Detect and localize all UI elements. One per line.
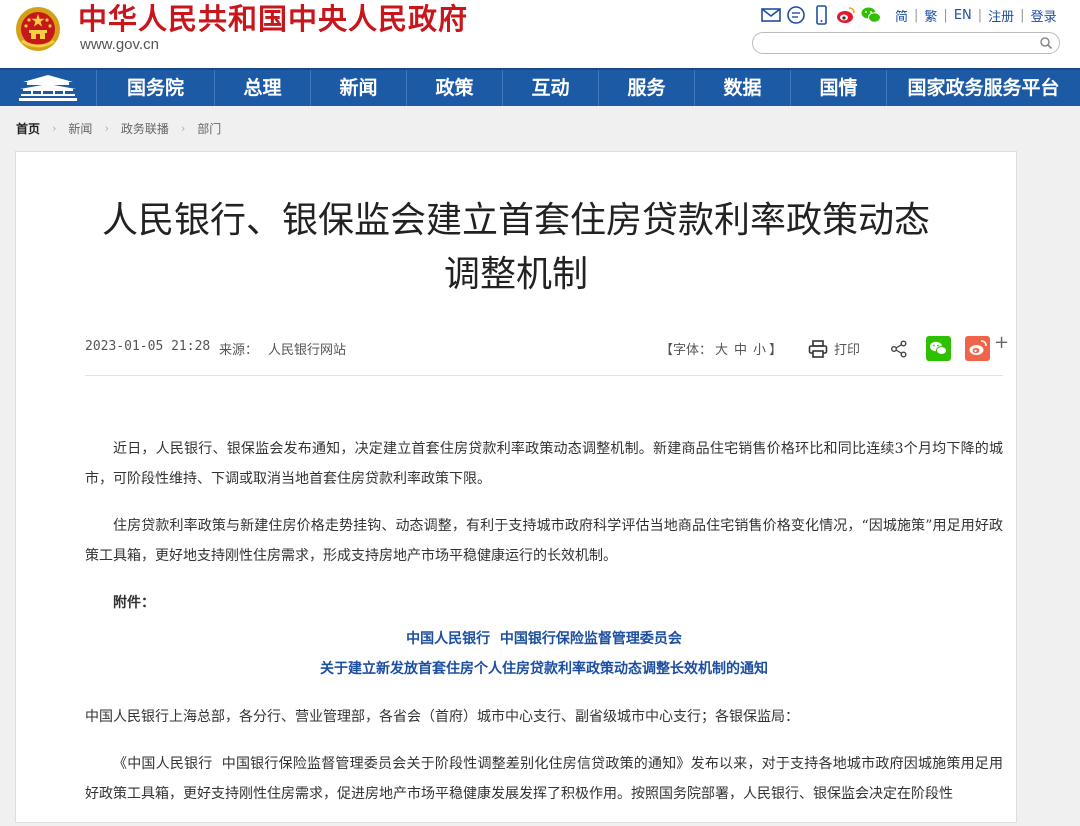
nav-item[interactable]: 服务 (598, 70, 694, 106)
breadcrumb-departments[interactable]: 部门 (197, 120, 221, 137)
chevron-right-icon: › (104, 122, 108, 135)
nav-item[interactable]: 数据 (694, 70, 790, 106)
top-toolbar: 简| 繁| EN| 注册| 登录 (760, 4, 1063, 26)
site-header: 中华人民共和国中央人民政府 www.gov.cn 简| 繁 (0, 0, 1080, 68)
share-icon[interactable] (890, 340, 908, 358)
meta-divider (85, 375, 1003, 376)
font-size-label: 【字体： (660, 343, 712, 358)
search-input[interactable] (763, 34, 1037, 54)
nav-item[interactable]: 总理 (214, 70, 310, 106)
site-title[interactable]: 中华人民共和国中央人民政府 (78, 2, 468, 36)
nav-item[interactable]: 互动 (502, 70, 598, 106)
breadcrumb: 首页 › 新闻 › 政务联播 › 部门 (16, 120, 221, 137)
main-nav: 国务院总理新闻政策互动服务数据国情国家政务服务平台 (0, 68, 1080, 106)
breadcrumb-news[interactable]: 新闻 (68, 120, 92, 137)
lang-simplified-link[interactable]: 简 (889, 6, 914, 25)
nav-item[interactable]: 新闻 (310, 70, 406, 106)
nav-item[interactable]: 政策 (406, 70, 502, 106)
login-link[interactable]: 登录 (1025, 6, 1063, 25)
lang-english-link[interactable]: EN (948, 8, 978, 23)
article-meta: 2023-01-05 21:28 来源： 人民银行网站 【字体：大中小】 打印 (85, 339, 1003, 361)
publish-date: 2023-01-05 21:28 (85, 339, 210, 354)
font-small-button[interactable]: 小 (753, 343, 766, 358)
printer-icon (808, 340, 828, 358)
share-more-button[interactable]: + (994, 332, 1009, 353)
search-box (752, 32, 1060, 54)
attachment-label: 附件： (85, 588, 1003, 618)
source-value: 人民银行网站 (268, 339, 346, 358)
chevron-right-icon: › (52, 122, 56, 135)
share-bar: + (890, 336, 1009, 361)
article-card: 人民银行、银保监会建立首套住房贷款利率政策动态 调整机制 2023-01-05 … (15, 151, 1017, 823)
font-size-end: 】 (769, 343, 782, 358)
article-body: 近日，人民银行、银保监会发布通知，决定建立首套住房贷款利率政策动态调整机制。新建… (85, 434, 1003, 826)
weibo-icon[interactable] (835, 5, 857, 25)
notice-title: 关于建立新发放首套住房个人住房贷款利率政策动态调整长效机制的通知 (85, 654, 1003, 684)
nav-items: 国务院总理新闻政策互动服务数据国情国家政务服务平台 (96, 70, 1080, 106)
nav-item[interactable]: 国务院 (96, 70, 214, 106)
national-emblem-icon[interactable] (14, 5, 62, 53)
wechat-share-icon[interactable] (926, 336, 951, 361)
article-title-line1: 人民银行、银保监会建立首套住房贷款利率政策动态 (16, 194, 1016, 248)
nav-home-logo[interactable] (0, 70, 96, 106)
paragraph: 近日，人民银行、银保监会发布通知，决定建立首套住房贷款利率政策动态调整机制。新建… (85, 434, 1003, 494)
breadcrumb-home[interactable]: 首页 (16, 120, 40, 137)
font-large-button[interactable]: 大 (715, 343, 728, 358)
chevron-right-icon: › (181, 122, 185, 135)
weibo-share-icon[interactable] (965, 336, 990, 361)
print-label: 打印 (834, 339, 860, 358)
article-title: 人民银行、银保监会建立首套住房贷款利率政策动态 调整机制 (16, 194, 1016, 302)
source-label: 来源： (219, 339, 258, 358)
site-domain[interactable]: www.gov.cn (80, 36, 159, 54)
print-button[interactable]: 打印 (808, 339, 860, 358)
lang-traditional-link[interactable]: 繁 (918, 6, 943, 25)
register-link[interactable]: 注册 (982, 6, 1020, 25)
wechat-icon[interactable] (860, 5, 882, 25)
notice-issuer: 中国人民银行 中国银行保险监督管理委员会 (85, 624, 1003, 654)
search-icon[interactable] (1039, 36, 1053, 50)
paragraph: 《中国人民银行 中国银行保险监督管理委员会关于阶段性调整差别化住房信贷政策的通知… (85, 749, 1003, 809)
tiananmen-icon (17, 74, 79, 102)
article-title-line2: 调整机制 (16, 248, 1016, 302)
chat-icon[interactable] (785, 5, 807, 25)
font-medium-button[interactable]: 中 (734, 343, 747, 358)
mail-icon[interactable] (760, 5, 782, 25)
language-links: 简| 繁| EN| 注册| 登录 (889, 6, 1063, 25)
nav-item[interactable]: 国家政务服务平台 (886, 70, 1080, 106)
paragraph: 住房贷款利率政策与新建住房价格走势挂钩、动态调整，有利于支持城市政府科学评估当地… (85, 511, 1003, 571)
notice-recipients: 中国人民银行上海总部，各分行、营业管理部，各省会（首府）城市中心支行、副省级城市… (85, 702, 1003, 732)
font-size-control: 【字体：大中小】 (660, 339, 782, 358)
mobile-icon[interactable] (810, 5, 832, 25)
nav-item[interactable]: 国情 (790, 70, 886, 106)
breadcrumb-government-links[interactable]: 政务联播 (121, 120, 169, 137)
